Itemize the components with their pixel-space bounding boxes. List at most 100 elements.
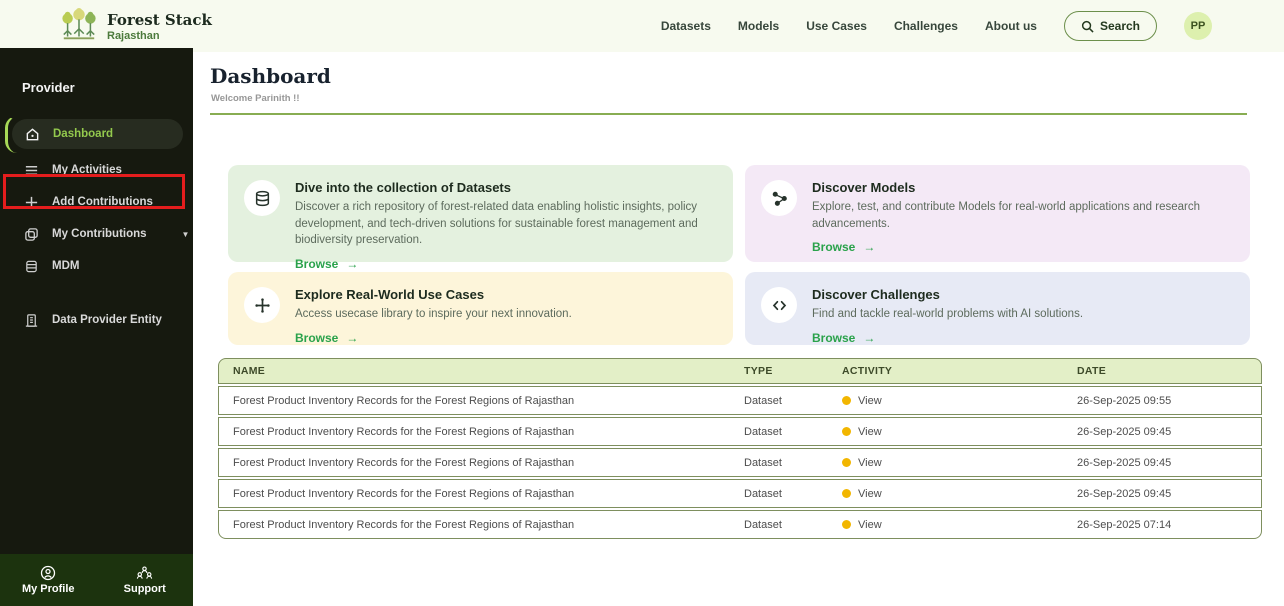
browse-link[interactable]: Browse → xyxy=(295,257,711,271)
browse-link[interactable]: Browse → xyxy=(295,331,572,345)
sidebar-item-label: Add Contributions xyxy=(52,196,153,208)
row-activity: View xyxy=(858,488,882,500)
row-date: 26-Sep-2025 09:45 xyxy=(1077,426,1261,438)
nav-about-us[interactable]: About us xyxy=(985,19,1037,33)
row-date: 26-Sep-2025 09:45 xyxy=(1077,488,1261,500)
list-icon xyxy=(23,162,39,178)
row-date: 26-Sep-2025 09:55 xyxy=(1077,395,1261,407)
card-datasets[interactable]: Dive into the collection of Datasets Dis… xyxy=(228,165,733,262)
activity-dot xyxy=(842,520,851,529)
code-brackets-icon xyxy=(761,287,797,323)
sidebar-item-label: My Activities xyxy=(52,164,122,176)
nav-use-cases[interactable]: Use Cases xyxy=(806,19,867,33)
card-title: Explore Real-World Use Cases xyxy=(295,287,572,302)
sidebar-item-label: Dashboard xyxy=(53,128,113,140)
my-profile-button[interactable]: My Profile xyxy=(0,554,97,606)
main-content: Dashboard Welcome Parinith !! Dive into … xyxy=(193,52,1284,606)
copy-icon xyxy=(23,226,39,242)
column-name: NAME xyxy=(219,365,744,377)
search-button[interactable]: Search xyxy=(1064,11,1157,41)
row-type: Dataset xyxy=(744,519,842,531)
row-name: Forest Product Inventory Records for the… xyxy=(219,457,744,469)
sidebar-item-mdm[interactable]: MDM xyxy=(0,250,193,282)
sidebar-item-add-contributions[interactable]: Add Contributions xyxy=(0,186,193,218)
activity-dot xyxy=(842,458,851,467)
row-type: Dataset xyxy=(744,426,842,438)
card-models[interactable]: Discover Models Explore, test, and contr… xyxy=(745,165,1250,262)
card-challenges[interactable]: Discover Challenges Find and tackle real… xyxy=(745,272,1250,345)
support-button[interactable]: Support xyxy=(97,554,194,606)
row-date: 26-Sep-2025 07:14 xyxy=(1077,519,1261,531)
row-name: Forest Product Inventory Records for the… xyxy=(219,519,744,531)
plus-cross-icon xyxy=(244,287,280,323)
person-icon xyxy=(40,565,56,581)
page: Forest Stack Rajasthan Datasets Models U… xyxy=(0,0,1284,606)
table-row[interactable]: Forest Product Inventory Records for the… xyxy=(218,448,1262,477)
nav-challenges[interactable]: Challenges xyxy=(894,19,958,33)
browse-link[interactable]: Browse → xyxy=(812,331,1083,345)
sidebar-item-data-provider-entity[interactable]: Data Provider Entity xyxy=(0,304,193,336)
card-content: Dive into the collection of Datasets Dis… xyxy=(295,178,711,250)
row-activity: View xyxy=(858,457,882,469)
home-icon xyxy=(24,126,40,142)
sidebar-menu: Dashboard My Activities Add Contribution… xyxy=(0,119,193,336)
sidebar-item-label: Data Provider Entity xyxy=(52,314,162,326)
sidebar-footer: My Profile Support xyxy=(0,554,193,606)
app-title: Forest Stack xyxy=(107,11,212,29)
row-name: Forest Product Inventory Records for the… xyxy=(219,395,744,407)
my-profile-label: My Profile xyxy=(22,583,75,595)
search-label: Search xyxy=(1100,19,1140,33)
row-date: 26-Sep-2025 09:45 xyxy=(1077,457,1261,469)
arrow-right-icon: → xyxy=(346,331,358,345)
column-date: DATE xyxy=(1077,365,1261,377)
activity-dot xyxy=(842,396,851,405)
sidebar-item-dashboard[interactable]: Dashboard xyxy=(12,119,183,149)
card-use-cases[interactable]: Explore Real-World Use Cases Access usec… xyxy=(228,272,733,345)
table-row[interactable]: Forest Product Inventory Records for the… xyxy=(218,479,1262,508)
sidebar-item-my-activities[interactable]: My Activities xyxy=(0,154,193,186)
top-bar: Forest Stack Rajasthan Datasets Models U… xyxy=(0,0,1284,52)
table-row[interactable]: Forest Product Inventory Records for the… xyxy=(218,510,1262,539)
table-row[interactable]: Forest Product Inventory Records for the… xyxy=(218,386,1262,415)
arrow-right-icon: → xyxy=(346,257,358,271)
card-description: Find and tackle real-world problems with… xyxy=(812,306,1083,323)
page-title: Dashboard xyxy=(210,64,1284,88)
people-icon xyxy=(136,565,153,581)
divider xyxy=(210,113,1247,115)
building-icon xyxy=(23,312,39,328)
card-content: Discover Challenges Find and tackle real… xyxy=(812,285,1083,333)
row-activity: View xyxy=(858,519,882,531)
plus-icon xyxy=(23,194,39,210)
top-navigation: Datasets Models Use Cases Challenges Abo… xyxy=(661,11,1284,41)
logo[interactable]: Forest Stack Rajasthan xyxy=(60,6,212,46)
browse-label: Browse xyxy=(812,331,855,345)
nav-models[interactable]: Models xyxy=(738,19,779,33)
arrow-right-icon: → xyxy=(863,331,875,345)
browse-label: Browse xyxy=(295,257,338,271)
card-description: Discover a rich repository of forest-rel… xyxy=(295,199,711,249)
chevron-down-icon[interactable]: ▼ xyxy=(182,230,190,239)
sidebar: Provider Dashboard My Activities xyxy=(0,48,193,606)
column-type: TYPE xyxy=(744,365,842,377)
card-content: Explore Real-World Use Cases Access usec… xyxy=(295,285,572,333)
card-title: Discover Challenges xyxy=(812,287,1083,302)
browse-link[interactable]: Browse → xyxy=(812,240,1228,254)
card-content: Discover Models Explore, test, and contr… xyxy=(812,178,1228,250)
row-activity: View xyxy=(858,426,882,438)
card-description: Explore, test, and contribute Models for… xyxy=(812,199,1228,232)
recent-activity-table: NAME TYPE ACTIVITY DATE Forest Product I… xyxy=(218,358,1262,539)
user-avatar[interactable]: PP xyxy=(1184,12,1212,40)
database-icon xyxy=(244,180,280,216)
logo-text: Forest Stack Rajasthan xyxy=(107,11,212,42)
forest-trees-icon xyxy=(60,6,98,46)
table-row[interactable]: Forest Product Inventory Records for the… xyxy=(218,417,1262,446)
row-activity: View xyxy=(858,395,882,407)
browse-label: Browse xyxy=(812,240,855,254)
share-nodes-icon xyxy=(761,180,797,216)
feature-cards: Dive into the collection of Datasets Dis… xyxy=(228,165,1250,345)
support-label: Support xyxy=(124,583,166,595)
sidebar-item-my-contributions[interactable]: My Contributions ▼ xyxy=(0,218,193,250)
sidebar-item-label: MDM xyxy=(52,260,79,272)
row-type: Dataset xyxy=(744,488,842,500)
nav-datasets[interactable]: Datasets xyxy=(661,19,711,33)
